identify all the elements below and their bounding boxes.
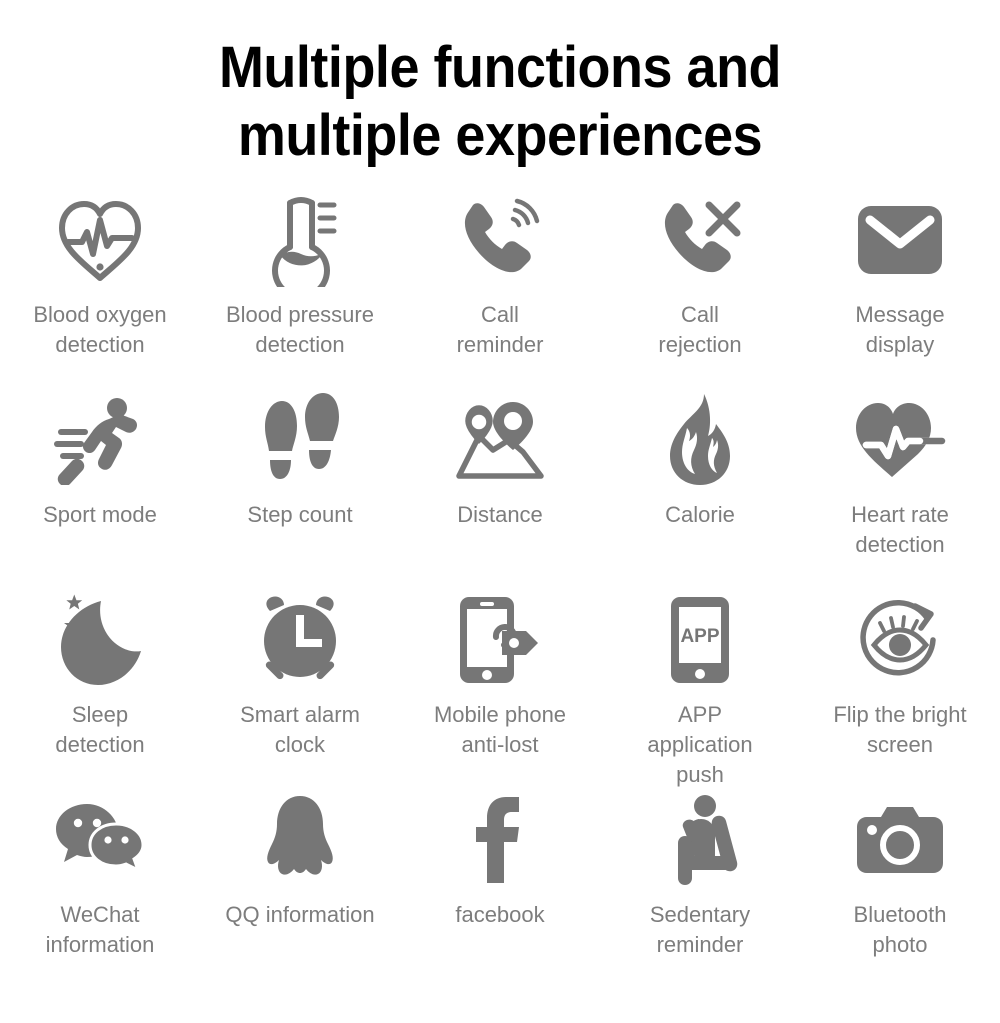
feature-label: Sleep detection xyxy=(55,702,145,757)
feature-label: QQ information xyxy=(225,902,375,927)
feature-item-mobile-phone-anti-lost[interactable]: Mobile phone anti-lost xyxy=(400,592,600,792)
feature-label: Flip the bright screen xyxy=(833,702,967,757)
feature-item-call-rejection[interactable]: Call rejection xyxy=(600,192,800,392)
envelope-icon xyxy=(850,192,950,288)
feature-item-app-application-push[interactable]: APP APP application push xyxy=(600,592,800,792)
feature-label: facebook xyxy=(455,902,545,927)
feature-item-blood-pressure-detection[interactable]: Blood pressure detection xyxy=(200,192,400,392)
feature-label: Heart rate detection xyxy=(851,502,949,557)
feature-label: Bluetooth photo xyxy=(853,902,947,957)
moon-stars-icon xyxy=(50,592,150,688)
phone-lock-icon xyxy=(450,592,550,688)
flame-icon xyxy=(650,392,750,488)
wechat-bubbles-icon xyxy=(50,792,150,888)
feature-item-smart-alarm-clock[interactable]: Smart alarm clock xyxy=(200,592,400,792)
feature-label: Smart alarm clock xyxy=(240,702,360,757)
feature-label: Sedentary reminder xyxy=(649,902,751,957)
feature-label: Step count xyxy=(247,502,353,527)
feature-label: Mobile phone anti-lost xyxy=(433,702,567,757)
feature-item-sedentary-reminder[interactable]: Sedentary reminder xyxy=(600,792,800,992)
heart-rate-solid-icon xyxy=(850,392,950,488)
page-title-line-1: Multiple functions and xyxy=(218,35,782,100)
map-pins-icon xyxy=(450,392,550,488)
feature-label: Sport mode xyxy=(43,502,157,527)
feature-item-wechat-information[interactable]: WeChat information xyxy=(0,792,200,992)
feature-item-facebook[interactable]: facebook xyxy=(400,792,600,992)
feature-item-step-count[interactable]: Step count xyxy=(200,392,400,592)
feature-item-message-display[interactable]: Message display xyxy=(800,192,1000,392)
camera-icon xyxy=(850,792,950,888)
app-badge-text: APP xyxy=(680,626,719,647)
feature-label: Call rejection xyxy=(658,302,742,357)
feature-label: APP application push xyxy=(647,702,753,787)
feature-label: Message display xyxy=(855,302,945,357)
feature-grid-page: Multiple functions and multiple experien… xyxy=(0,0,1000,1023)
feature-item-call-reminder[interactable]: Call reminder xyxy=(400,192,600,392)
alarm-clock-icon xyxy=(250,592,350,688)
feature-item-flip-the-bright-screen[interactable]: Flip the bright screen xyxy=(800,592,1000,792)
features-grid: Blood oxygen detection Blood pressure de… xyxy=(0,192,1000,992)
feature-label: Distance xyxy=(457,502,543,527)
feature-item-sleep-detection[interactable]: Sleep detection xyxy=(0,592,200,792)
feature-item-heart-rate-detection[interactable]: Heart rate detection xyxy=(800,392,1000,592)
page-title: Multiple functions and multiple experien… xyxy=(0,0,1000,170)
feature-label: WeChat information xyxy=(45,902,155,957)
phone-app-icon: APP xyxy=(650,592,750,688)
feature-label: Calorie xyxy=(665,502,735,527)
page-title-line-2: multiple experiences xyxy=(237,103,763,168)
facebook-f-icon xyxy=(450,792,550,888)
feature-item-distance[interactable]: Distance xyxy=(400,392,600,592)
feature-item-blood-oxygen-detection[interactable]: Blood oxygen detection xyxy=(0,192,200,392)
feature-item-bluetooth-photo[interactable]: Bluetooth photo xyxy=(800,792,1000,992)
heart-pulse-outline-icon xyxy=(50,192,150,288)
sedentary-person-icon xyxy=(650,792,750,888)
running-person-icon xyxy=(50,392,150,488)
eye-rotate-icon xyxy=(850,592,950,688)
feature-item-qq-information[interactable]: QQ information xyxy=(200,792,400,992)
phone-ring-icon xyxy=(450,192,550,288)
feature-label: Blood oxygen detection xyxy=(33,302,167,357)
qq-penguin-icon xyxy=(250,792,350,888)
feature-item-sport-mode[interactable]: Sport mode xyxy=(0,392,200,592)
feature-label: Call reminder xyxy=(456,302,544,357)
footprints-icon xyxy=(250,392,350,488)
thermometer-icon xyxy=(250,192,350,288)
feature-item-calorie[interactable]: Calorie xyxy=(600,392,800,592)
phone-reject-icon xyxy=(650,192,750,288)
feature-label: Blood pressure detection xyxy=(226,302,374,357)
